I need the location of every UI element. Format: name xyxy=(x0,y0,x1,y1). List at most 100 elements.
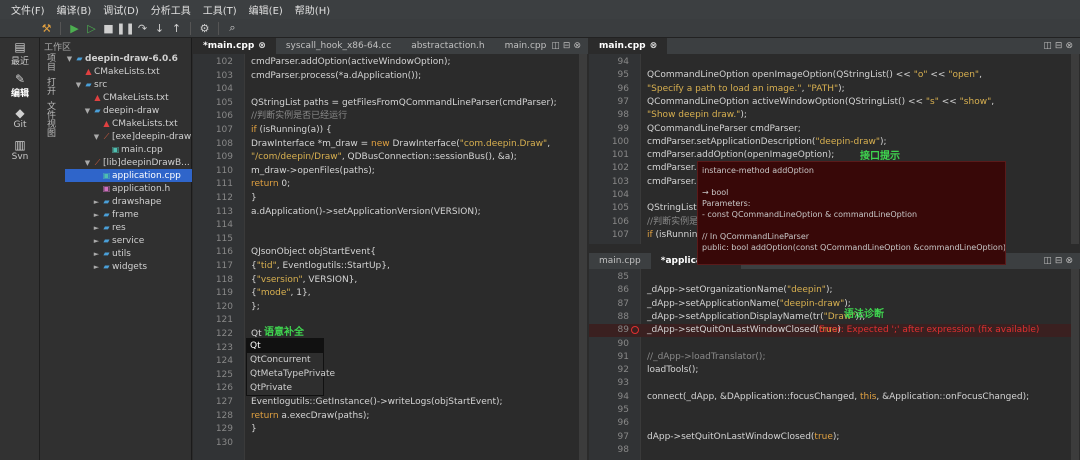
code-line[interactable]: 121 xyxy=(193,314,578,327)
code-line[interactable]: 93 xyxy=(589,377,1071,390)
tree-node[interactable]: ▼ ▰ src xyxy=(65,78,192,91)
settings-gear-icon[interactable]: ⚙ xyxy=(198,22,211,35)
tab-main-cpp-modified[interactable]: *main.cpp ⊗ xyxy=(193,38,276,54)
step-over-icon[interactable]: ↷ xyxy=(136,22,149,35)
stop-icon[interactable]: ■ xyxy=(102,22,115,35)
tree-node[interactable]: ► ▰ frame xyxy=(65,208,192,221)
code-line[interactable]: 92 loadTools(); xyxy=(589,364,1071,377)
tree-node[interactable]: ► ▰ service xyxy=(65,234,192,247)
tree-node[interactable]: ► ▰ drawshape xyxy=(65,195,192,208)
tree-node[interactable]: ► ▰ res xyxy=(65,221,192,234)
menu-analyze[interactable]: 分析工具 xyxy=(145,2,197,17)
completion-item-qt[interactable]: Qt xyxy=(247,339,323,353)
code-line[interactable]: 103 cmdParser.process(*a.dApplication())… xyxy=(193,70,578,83)
code-line[interactable]: 102 cmdParser.addOption(activeWindowOpti… xyxy=(193,56,578,69)
code-line[interactable]: 109 "/com/deepin/Draw", QDBusConnection:… xyxy=(193,151,578,164)
code-line[interactable]: 129} xyxy=(193,423,578,436)
mode-git[interactable]: ◆ Git xyxy=(0,102,40,134)
tab-open-files[interactable]: 打开 xyxy=(44,77,57,95)
code-line[interactable]: 99 QCommandLineParser cmdParser; xyxy=(589,123,1071,136)
tab-syscall-hook[interactable]: syscall_hook_x86-64.cc xyxy=(276,38,401,54)
left-code-editor[interactable]: 102 cmdParser.addOption(activeWindowOpti… xyxy=(193,54,578,460)
code-line[interactable]: 96 xyxy=(589,417,1071,430)
tab-project[interactable]: 项目 xyxy=(44,53,57,71)
step-out-icon[interactable]: ↑ xyxy=(170,22,183,35)
menu-edit[interactable]: 编辑(E) xyxy=(243,2,289,17)
code-line[interactable]: 100 cmdParser.setApplicationDescription(… xyxy=(589,136,1071,149)
tree-node[interactable]: ▣ application.h xyxy=(65,182,192,195)
menu-tools[interactable]: 工具(T) xyxy=(197,2,243,17)
code-line[interactable]: 104 xyxy=(193,83,578,96)
pause-icon[interactable]: ❚❚ xyxy=(116,22,134,35)
split-close-icons[interactable]: ◫⊟⊗ xyxy=(1043,38,1076,54)
code-line[interactable]: 127 Eventlogutils::GetInstance()->writeL… xyxy=(193,396,578,409)
code-line[interactable]: 119 {"mode", 1}, xyxy=(193,287,578,300)
menu-build[interactable]: 编译(B) xyxy=(51,2,98,17)
completion-item-qtprivate[interactable]: QtPrivate xyxy=(247,381,323,395)
code-line[interactable]: 105 QStringList paths = getFilesFromQCom… xyxy=(193,97,578,110)
code-line[interactable]: 94 connect(_dApp, &DApplication::focusCh… xyxy=(589,391,1071,404)
code-line[interactable]: 111 return 0; xyxy=(193,178,578,191)
code-line[interactable]: 110 m_draw->openFiles(paths); xyxy=(193,165,578,178)
mode-edit[interactable]: ✎ 编辑 xyxy=(0,70,40,102)
code-line[interactable]: 85 xyxy=(589,271,1071,284)
tree-node[interactable]: ► ▰ utils xyxy=(65,247,192,260)
code-line[interactable]: 90 xyxy=(589,338,1071,351)
tree-node[interactable]: ▲ CMakeLists.txt xyxy=(65,117,192,130)
code-line[interactable]: 116 QJsonObject objStartEvent{ xyxy=(193,246,578,259)
code-line[interactable]: 96 "Specify a path to load an image.", "… xyxy=(589,83,1071,96)
split-close-icons[interactable]: ◫⊟⊗ xyxy=(1043,253,1076,269)
completion-item-qtconcurrent[interactable]: QtConcurrent xyxy=(247,353,323,367)
code-line[interactable]: 89 _dApp->setQuitOnLastWindowClosed(true… xyxy=(589,324,1071,338)
mode-recent[interactable]: ▤ 最近 xyxy=(0,38,40,70)
code-line[interactable]: 120 }; xyxy=(193,301,578,314)
code-line[interactable]: 130 xyxy=(193,437,578,450)
code-line[interactable]: 91 //_dApp->loadTranslator(); xyxy=(589,351,1071,364)
code-line[interactable]: 86 _dApp->setOrganizationName("deepin"); xyxy=(589,284,1071,297)
close-icon[interactable]: ⊗ xyxy=(258,41,266,51)
code-line[interactable]: 98 "Show deepin draw."); xyxy=(589,109,1071,122)
code-line[interactable]: 118 {"vsersion", VERSION}, xyxy=(193,274,578,287)
split-close-icons[interactable]: ◫⊟⊗ xyxy=(551,38,584,54)
code-line[interactable]: 114 xyxy=(193,219,578,232)
tree-node[interactable]: ▲ CMakeLists.txt xyxy=(65,65,192,78)
tree-node[interactable]: ► ▰ widgets xyxy=(65,260,192,273)
code-line[interactable]: 117 {"tid", Eventlogutils::StartUp}, xyxy=(193,260,578,273)
tree-node[interactable]: ▼ ▰ deepin-draw xyxy=(65,104,192,117)
left-scrollbar[interactable] xyxy=(579,54,587,460)
mode-svn[interactable]: ▥ Svn xyxy=(0,134,40,166)
menu-help[interactable]: 帮助(H) xyxy=(289,2,336,17)
code-line[interactable]: 113 a.dApplication()->setApplicationVers… xyxy=(193,206,578,219)
completion-item-qtmetatypeprivate[interactable]: QtMetaTypePrivate xyxy=(247,367,335,381)
tab-main-cpp-right[interactable]: main.cpp ⊗ xyxy=(589,38,668,54)
code-line[interactable]: 94 xyxy=(589,56,1071,69)
error-marker-icon[interactable] xyxy=(631,326,639,335)
tree-node[interactable]: ▼ ▰ deepin-draw-6.0.6 xyxy=(65,52,192,65)
menu-debug[interactable]: 调试(D) xyxy=(97,2,145,17)
code-line[interactable]: 88 _dApp->setApplicationDisplayName(tr("… xyxy=(589,311,1071,324)
code-line[interactable]: 98 xyxy=(589,444,1071,457)
debug-run-icon[interactable]: ▷ xyxy=(85,22,98,35)
code-line[interactable]: 97 QCommandLineOption activeWindowOption… xyxy=(589,96,1071,109)
right-bottom-scrollbar[interactable] xyxy=(1071,269,1079,460)
code-line[interactable]: 108 DrawInterface *m_draw = new DrawInte… xyxy=(193,138,578,151)
close-icon[interactable]: ⊗ xyxy=(650,41,658,51)
code-line[interactable]: 95 QCommandLineOption openImageOption(QS… xyxy=(589,69,1071,82)
step-into-icon[interactable]: ↓ xyxy=(153,22,166,35)
code-line[interactable]: 128 return a.execDraw(paths); xyxy=(193,410,578,423)
right-top-scrollbar[interactable] xyxy=(1071,54,1079,244)
run-icon[interactable]: ▶ xyxy=(68,22,81,35)
code-line[interactable]: 87 _dApp->setApplicationName("deepin-dra… xyxy=(589,298,1071,311)
tree-node[interactable]: ▼ ⟋ [lib]deepinDrawB... xyxy=(65,156,192,169)
code-line[interactable]: 115 xyxy=(193,233,578,246)
code-line[interactable]: 112 } xyxy=(193,192,578,205)
expand-arrow-icon[interactable]: ► xyxy=(92,261,101,274)
tree-node[interactable]: ▼ ⟋ [exe]deepin-draw xyxy=(65,130,192,143)
tab-main-cpp-bottom[interactable]: main.cpp xyxy=(589,253,651,269)
code-line[interactable]: 107 if (isRunning(a)) { xyxy=(193,124,578,137)
build-hammer-icon[interactable]: ⚒ xyxy=(40,22,53,35)
tab-abstractaction-h[interactable]: abstractaction.h xyxy=(401,38,494,54)
code-line[interactable]: 95 xyxy=(589,404,1071,417)
menu-file[interactable]: 文件(F) xyxy=(5,2,51,17)
tab-main-cpp[interactable]: main.cpp xyxy=(495,38,557,54)
